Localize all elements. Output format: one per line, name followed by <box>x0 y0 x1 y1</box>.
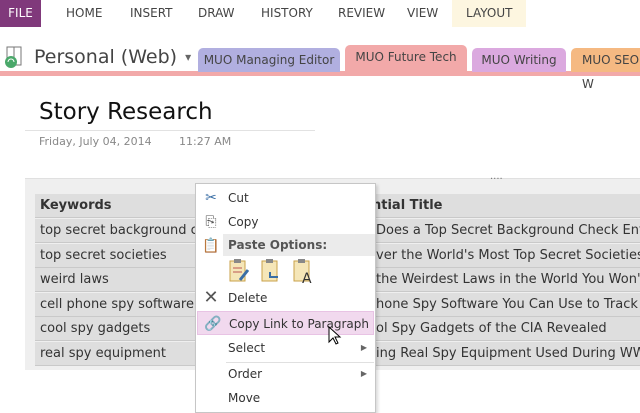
ribbon: FILE HOME INSERT DRAW HISTORY REVIEW VIE… <box>0 0 640 28</box>
menu-item-copy-link-to-paragraph[interactable]: 🔗 Copy Link to Paragraph <box>197 311 374 335</box>
title-divider <box>25 130 315 131</box>
table-header-title: ntial Title <box>336 194 640 218</box>
table-cell-title[interactable]: ver the World's Most Top Secret Societie… <box>336 243 640 268</box>
link-page-icon: 🔗 <box>204 316 222 332</box>
paste-text-only-icon[interactable]: A <box>292 258 314 284</box>
page-date: Friday, July 04, 2014 <box>39 135 152 148</box>
section-tab-managing-editor[interactable]: MUO Managing Editor <box>198 48 340 72</box>
copy-icon: ⎘ <box>205 214 217 230</box>
tab-review[interactable]: REVIEW <box>338 0 385 27</box>
section-tab-writing[interactable]: MUO Writing <box>472 48 566 72</box>
table-cell-title[interactable]: Does a Top Secret Background Check Entai… <box>336 219 640 243</box>
tab-layout[interactable]: LAYOUT <box>452 0 527 27</box>
table-cell-title[interactable]: ing Real Spy Equipment Used During WWII <box>336 341 640 366</box>
page-title[interactable]: Story Research <box>39 99 213 125</box>
tab-insert[interactable]: INSERT <box>130 0 173 27</box>
paste-merge-formatting-icon[interactable] <box>260 258 282 284</box>
section-tab-future-tech[interactable]: MUO Future Tech <box>345 45 467 72</box>
submenu-arrow-icon: ▶ <box>360 343 367 352</box>
menu-item-copy[interactable]: ⎘ Copy <box>196 210 375 234</box>
tab-home[interactable]: HOME <box>66 0 102 27</box>
delete-x-icon: ✕ <box>203 287 219 308</box>
container-move-handle[interactable]: ···· <box>490 174 503 185</box>
menu-item-order[interactable]: Order ▶ <box>196 362 375 386</box>
table-cell-title[interactable]: ol Spy Gadgets of the CIA Revealed <box>336 317 640 341</box>
page-time: 11:27 AM <box>179 135 232 148</box>
tab-history[interactable]: HISTORY <box>261 0 313 27</box>
menu-item-select[interactable]: Select ▶ <box>196 336 375 360</box>
table-cell-title[interactable]: hone Spy Software You Can Use to Track S… <box>336 292 640 317</box>
paste-options-header: 📋 Paste Options: <box>196 234 375 256</box>
submenu-arrow-icon: ▶ <box>360 369 367 378</box>
svg-text:A: A <box>302 271 312 284</box>
tab-draw[interactable]: DRAW <box>198 0 235 27</box>
context-menu: ✂ Cut ⎘ Copy 📋 Paste Options: A ✕ Delete 🔗 Co… <box>195 183 376 413</box>
paste-keep-formatting-icon[interactable] <box>228 258 250 284</box>
scissors-icon: ✂ <box>205 190 217 206</box>
notebook-selector[interactable]: Personal (Web) ▾ <box>4 42 191 72</box>
menu-item-delete[interactable]: ✕ Delete <box>196 286 375 310</box>
table-cell-title[interactable]: the Weirdest Laws in the World You Won't… <box>336 268 640 292</box>
menu-item-cut[interactable]: ✂ Cut <box>196 186 375 210</box>
tab-file[interactable]: FILE <box>0 0 41 27</box>
notebook-name: Personal (Web) <box>34 46 178 68</box>
tab-view[interactable]: VIEW <box>407 0 438 27</box>
chevron-down-icon[interactable]: ▾ <box>185 50 191 64</box>
paste-icon: 📋 <box>202 238 220 254</box>
section-tab-seo[interactable]: MUO SEO W <box>571 48 640 91</box>
notebook-sync-icon <box>5 46 22 68</box>
paste-option-buttons: A <box>228 258 314 284</box>
mouse-cursor-icon <box>328 326 342 345</box>
menu-item-move[interactable]: Move <box>196 386 375 410</box>
